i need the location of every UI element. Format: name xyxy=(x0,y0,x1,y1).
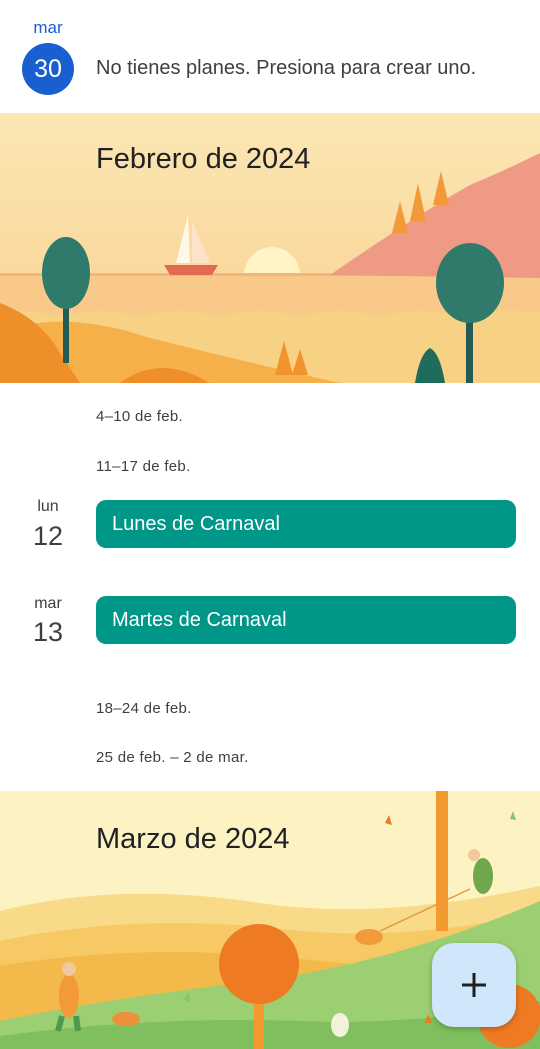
today-day-of-week: mar xyxy=(33,18,63,37)
no-plans-message[interactable]: No tienes planes. Presiona para crear un… xyxy=(96,57,476,80)
day-of-week: lun xyxy=(37,498,59,515)
week-label[interactable]: 25 de feb. – 2 de mar. xyxy=(96,749,249,766)
february-banner: Febrero de 2024 xyxy=(0,113,540,383)
week-label[interactable]: 11–17 de feb. xyxy=(96,458,191,475)
plus-icon xyxy=(462,973,486,997)
february-title: Febrero de 2024 xyxy=(96,143,311,175)
create-event-button[interactable] xyxy=(432,943,516,1027)
day-number: 13 xyxy=(32,617,64,647)
event-lunes-de-carnaval[interactable]: Lunes de Carnaval xyxy=(96,500,516,548)
march-title: Marzo de 2024 xyxy=(96,823,290,855)
day-number: 12 xyxy=(32,521,64,551)
today-row[interactable]: mar 30 No tienes planes. Presiona para c… xyxy=(0,0,540,113)
week-label[interactable]: 18–24 de feb. xyxy=(96,700,192,717)
day-of-week: mar xyxy=(34,595,62,612)
event-martes-de-carnaval[interactable]: Martes de Carnaval xyxy=(96,596,516,644)
today-date-badge: 30 xyxy=(22,43,74,95)
week-label[interactable]: 4–10 de feb. xyxy=(96,408,183,425)
